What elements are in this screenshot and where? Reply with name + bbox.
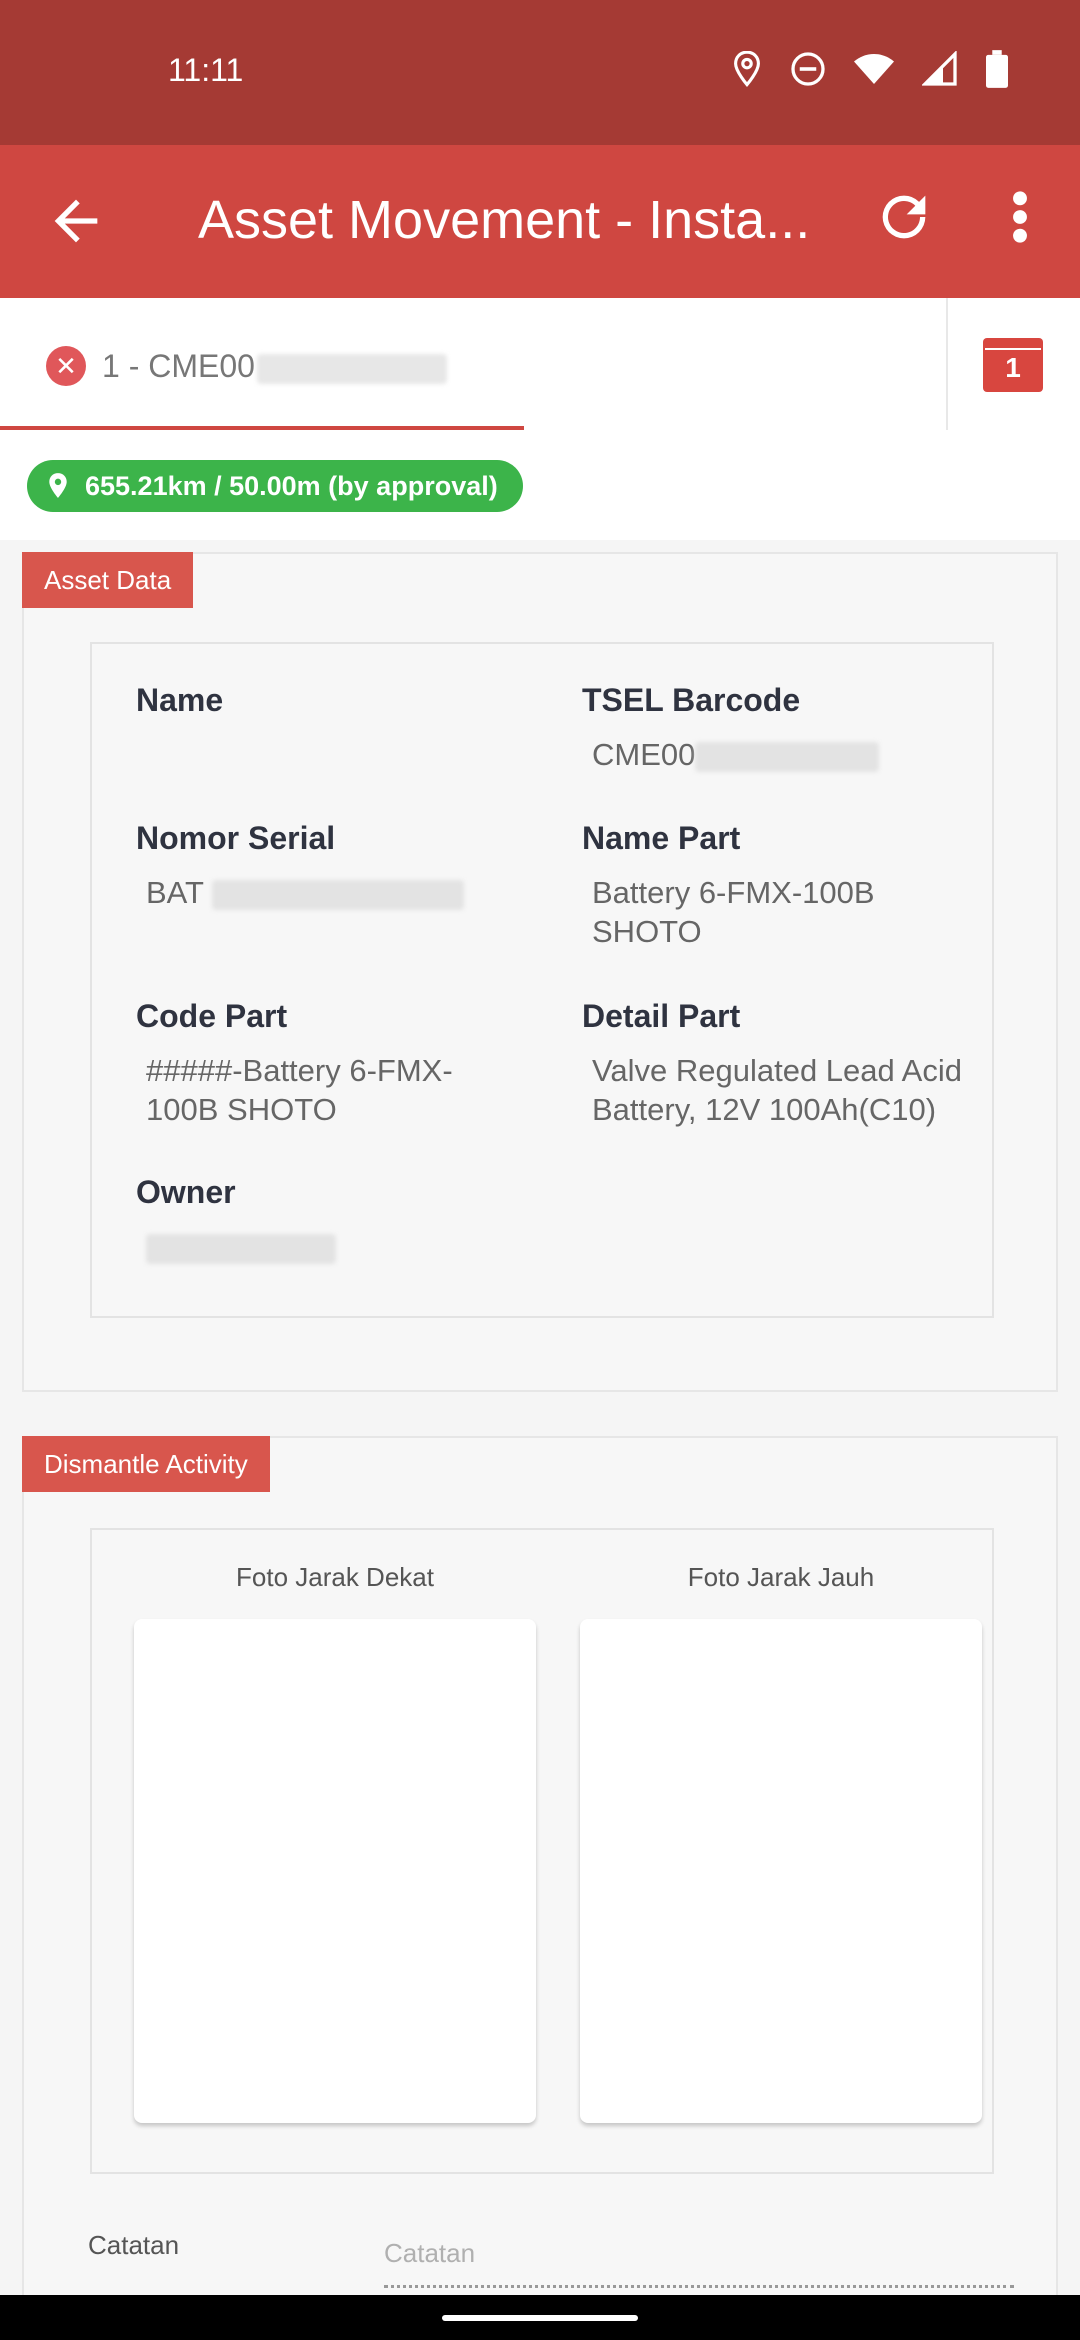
field-value: Valve Regulated Lead Acid Battery, 12V 1… <box>592 1053 962 1127</box>
more-options-button[interactable] <box>998 185 1042 249</box>
location-icon <box>732 50 762 92</box>
location-pin-icon <box>49 473 67 498</box>
asset-data-box: Name TSEL Barcode CME00 Nomor Serial BAT… <box>90 642 994 1318</box>
status-icons <box>732 50 1008 93</box>
calendar-button[interactable]: 1 <box>983 336 1043 392</box>
field-label: Name <box>136 682 224 718</box>
do-not-disturb-icon <box>790 51 826 92</box>
status-time: 11:11 <box>168 52 244 88</box>
field-label: Owner <box>136 1174 236 1210</box>
asset-data-tag: Asset Data <box>22 552 194 608</box>
field-value: CME00 <box>592 735 1002 774</box>
field-label: Detail Part <box>582 998 741 1034</box>
redacted-text <box>212 879 465 910</box>
field-code-part: Code Part #####-Battery 6-FMX-100B SHOTO <box>136 998 556 1129</box>
redacted-text <box>256 353 447 384</box>
close-icon[interactable]: ✕ <box>46 346 86 386</box>
divider <box>946 298 948 430</box>
field-tsel-barcode: TSEL Barcode CME00 <box>582 682 1002 774</box>
photo-near-slot[interactable] <box>134 1619 536 2123</box>
calendar-badge: 1 <box>1005 352 1021 383</box>
field-label: Name Part <box>582 820 741 856</box>
photo-far-column: Foto Jarak Jauh <box>580 1562 982 2123</box>
arrow-back-icon <box>54 199 98 243</box>
home-gesture-handle[interactable] <box>442 2315 638 2321</box>
field-label: Nomor Serial <box>136 820 336 856</box>
redacted-text <box>695 741 880 772</box>
status-bar: 11:11 <box>0 0 1080 145</box>
battery-icon <box>986 50 1008 93</box>
refresh-icon <box>882 195 926 239</box>
page-title: Asset Movement - Insta... <box>198 190 811 250</box>
distance-area: 655.21km / 50.00m (by approval) <box>0 430 1080 540</box>
photo-box-container: Foto Jarak Dekat Foto Jarak Jauh <box>90 1528 994 2174</box>
field-value: Battery 6-FMX-100B SHOTO <box>592 875 875 949</box>
notes-label: Catatan <box>88 2230 180 2260</box>
photo-far-slot[interactable] <box>580 1619 982 2123</box>
tab-asset-1[interactable]: ✕ 1 - CME00 <box>0 298 524 430</box>
distance-text: 655.21km / 50.00m (by approval) <box>85 470 498 501</box>
field-label: TSEL Barcode <box>582 682 801 718</box>
photo-near-label: Foto Jarak Dekat <box>236 1562 434 1592</box>
photo-near-column: Foto Jarak Dekat <box>134 1562 536 2123</box>
photo-far-label: Foto Jarak Jauh <box>687 1562 875 1592</box>
signal-icon <box>921 50 958 92</box>
field-label: Code Part <box>136 998 288 1034</box>
wifi-icon <box>854 53 894 90</box>
field-nomor-serial: Nomor Serial BAT <box>136 820 556 912</box>
field-name-part: Name Part Battery 6-FMX-100B SHOTO <box>582 820 1002 951</box>
refresh-button[interactable] <box>872 185 936 249</box>
tab-label: 1 - CME00 <box>102 348 447 385</box>
notes-input[interactable] <box>384 2222 1014 2288</box>
field-value: BAT <box>146 873 556 912</box>
asset-data-card: Asset Data Name TSEL Barcode CME00 Nomor… <box>22 552 1058 1392</box>
field-value: #####-Battery 6-FMX-100B SHOTO <box>146 1053 453 1127</box>
app-bar: Asset Movement - Insta... <box>0 145 1080 298</box>
navigation-bar <box>0 2295 1080 2340</box>
back-button[interactable] <box>44 189 108 253</box>
distance-badge: 655.21km / 50.00m (by approval) <box>27 460 523 512</box>
more-vert-icon <box>1013 191 1027 243</box>
field-name: Name <box>136 682 556 735</box>
dismantle-activity-tag: Dismantle Activity <box>22 1436 270 1492</box>
field-detail-part: Detail Part Valve Regulated Lead Acid Ba… <box>582 998 1002 1129</box>
redacted-text <box>146 1233 336 1264</box>
field-owner: Owner <box>136 1174 556 1266</box>
field-value <box>146 1227 556 1266</box>
dismantle-activity-card: Dismantle Activity Foto Jarak Dekat Foto… <box>22 1436 1058 2296</box>
asset-tab-row: ✕ 1 - CME00 1 <box>0 298 1080 430</box>
